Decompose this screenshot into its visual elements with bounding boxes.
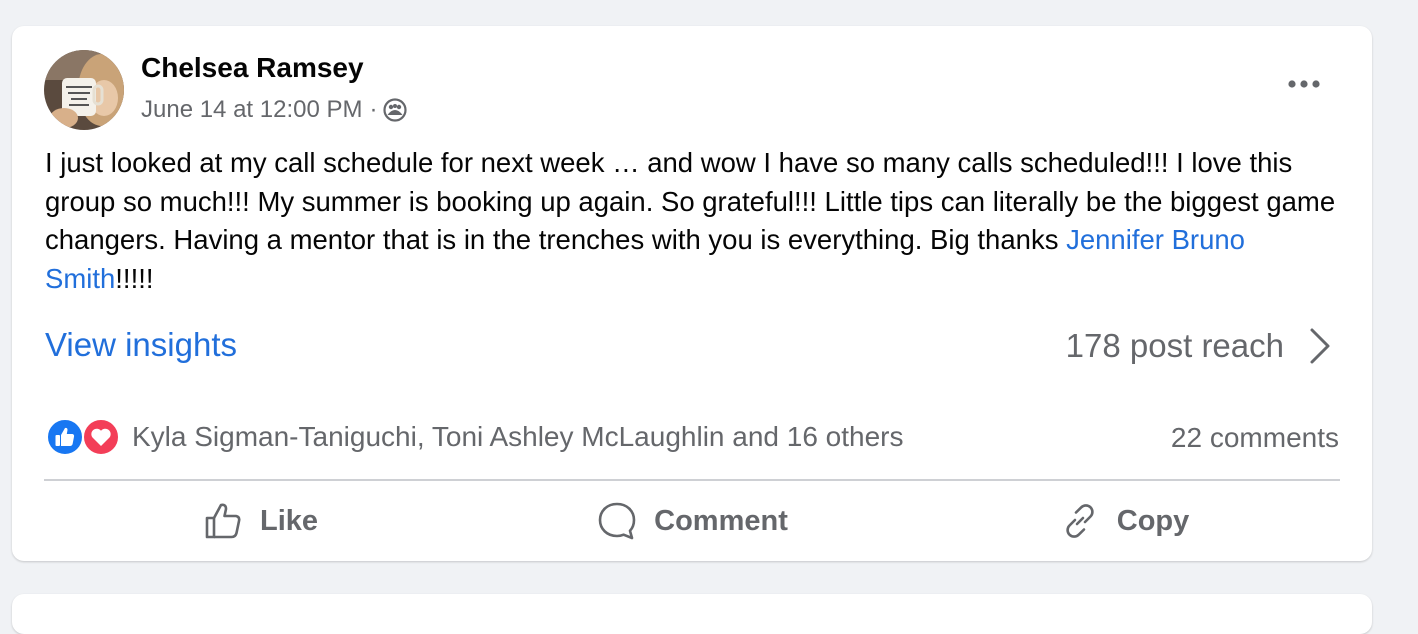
reactions-names: Kyla Sigman-Taniguchi, Toni Ashley McLau… — [132, 421, 904, 452]
post-actions: Like Comment Copy — [44, 491, 1340, 551]
like-label: Like — [259, 504, 319, 537]
post-meta: June 14 at 12:00 PM · — [141, 96, 408, 124]
love-reaction-icon — [82, 418, 120, 456]
post-timestamp[interactable]: June 14 at 12:00 PM — [141, 96, 362, 124]
comment-button[interactable]: Comment — [476, 491, 908, 551]
link-icon — [1066, 504, 1094, 538]
thumbs-up-icon — [205, 503, 241, 539]
reaction-icons — [46, 418, 122, 456]
post-reach[interactable]: 178 post reach — [1066, 326, 1334, 366]
post-body-suffix: !!!!! — [115, 262, 154, 294]
next-post-card — [12, 594, 1372, 634]
more-options-icon[interactable] — [1286, 72, 1322, 96]
group-icon[interactable] — [383, 98, 408, 122]
post-card: Chelsea Ramsey June 14 at 12:00 PM · I j… — [12, 26, 1372, 561]
reactions-summary[interactable]: Kyla Sigman-Taniguchi, Toni Ashley McLau… — [46, 418, 904, 456]
post-body: I just looked at my call schedule for ne… — [45, 144, 1345, 298]
comment-label: Comment — [654, 504, 788, 537]
post-author-name[interactable]: Chelsea Ramsey — [141, 52, 364, 84]
comment-icon — [598, 502, 636, 540]
copy-button[interactable]: Copy — [908, 491, 1340, 551]
avatar[interactable] — [44, 50, 124, 130]
view-insights-link[interactable]: View insights — [45, 326, 237, 364]
post-reach-label: 178 post reach — [1065, 327, 1284, 364]
like-button[interactable]: Like — [44, 491, 476, 551]
copy-label: Copy — [1116, 504, 1190, 537]
divider — [44, 479, 1340, 481]
meta-separator: · — [369, 96, 378, 123]
comments-count[interactable]: 22 comments — [1171, 422, 1339, 454]
like-reaction-icon — [46, 418, 84, 456]
chevron-right-icon — [1306, 326, 1334, 366]
